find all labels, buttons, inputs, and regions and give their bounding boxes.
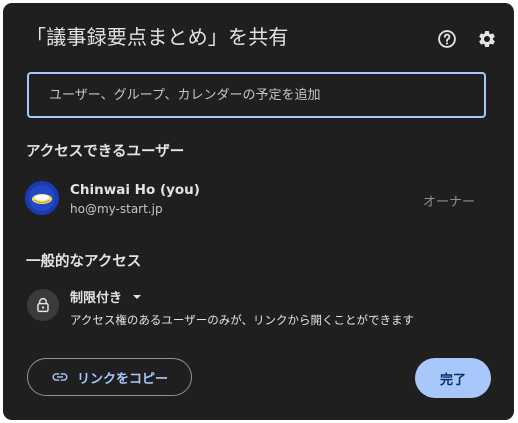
- avatar-image: [25, 181, 59, 215]
- link-icon: [52, 373, 68, 381]
- access-description: アクセス権のあるユーザーのみが、リンクから開くことができます: [70, 313, 414, 327]
- gear-icon: [479, 30, 495, 47]
- done-button[interactable]: 完了: [415, 358, 491, 398]
- user-avatar: [25, 181, 59, 215]
- lock-icon: [37, 298, 49, 313]
- settings-button[interactable]: [475, 27, 499, 51]
- help-button[interactable]: [435, 27, 459, 51]
- done-label: 完了: [439, 372, 466, 388]
- general-access-heading: 一般的なアクセス: [26, 254, 142, 270]
- people-with-access-heading: アクセスできるユーザー: [26, 144, 185, 160]
- copy-link-button[interactable]: リンクをコピー: [27, 358, 192, 396]
- share-search-input[interactable]: [27, 72, 486, 118]
- copy-link-label: リンクをコピー: [76, 371, 168, 387]
- user-row: Chinwai Ho (you) ho@my-start.jp オーナー: [3, 173, 514, 225]
- access-level-dropdown[interactable]: 制限付き: [70, 287, 142, 306]
- user-email: ho@my-start.jp: [70, 202, 163, 216]
- help-circle-icon: [438, 30, 456, 48]
- share-dialog: 「議事録要点まとめ」を共有 アクセスできるユーザー Chinwai Ho (yo…: [3, 3, 514, 420]
- dialog-title: 「議事録要点まとめ」を共有: [26, 25, 289, 49]
- access-level-label: 制限付き: [70, 291, 123, 306]
- caret-down-icon: [133, 294, 142, 299]
- user-name: Chinwai Ho (you): [70, 182, 200, 198]
- user-role: オーナー: [423, 195, 476, 210]
- lock-icon-container: [27, 289, 59, 321]
- general-access-row: 制限付き アクセス権のあるユーザーのみが、リンクから開くことができます: [3, 283, 514, 333]
